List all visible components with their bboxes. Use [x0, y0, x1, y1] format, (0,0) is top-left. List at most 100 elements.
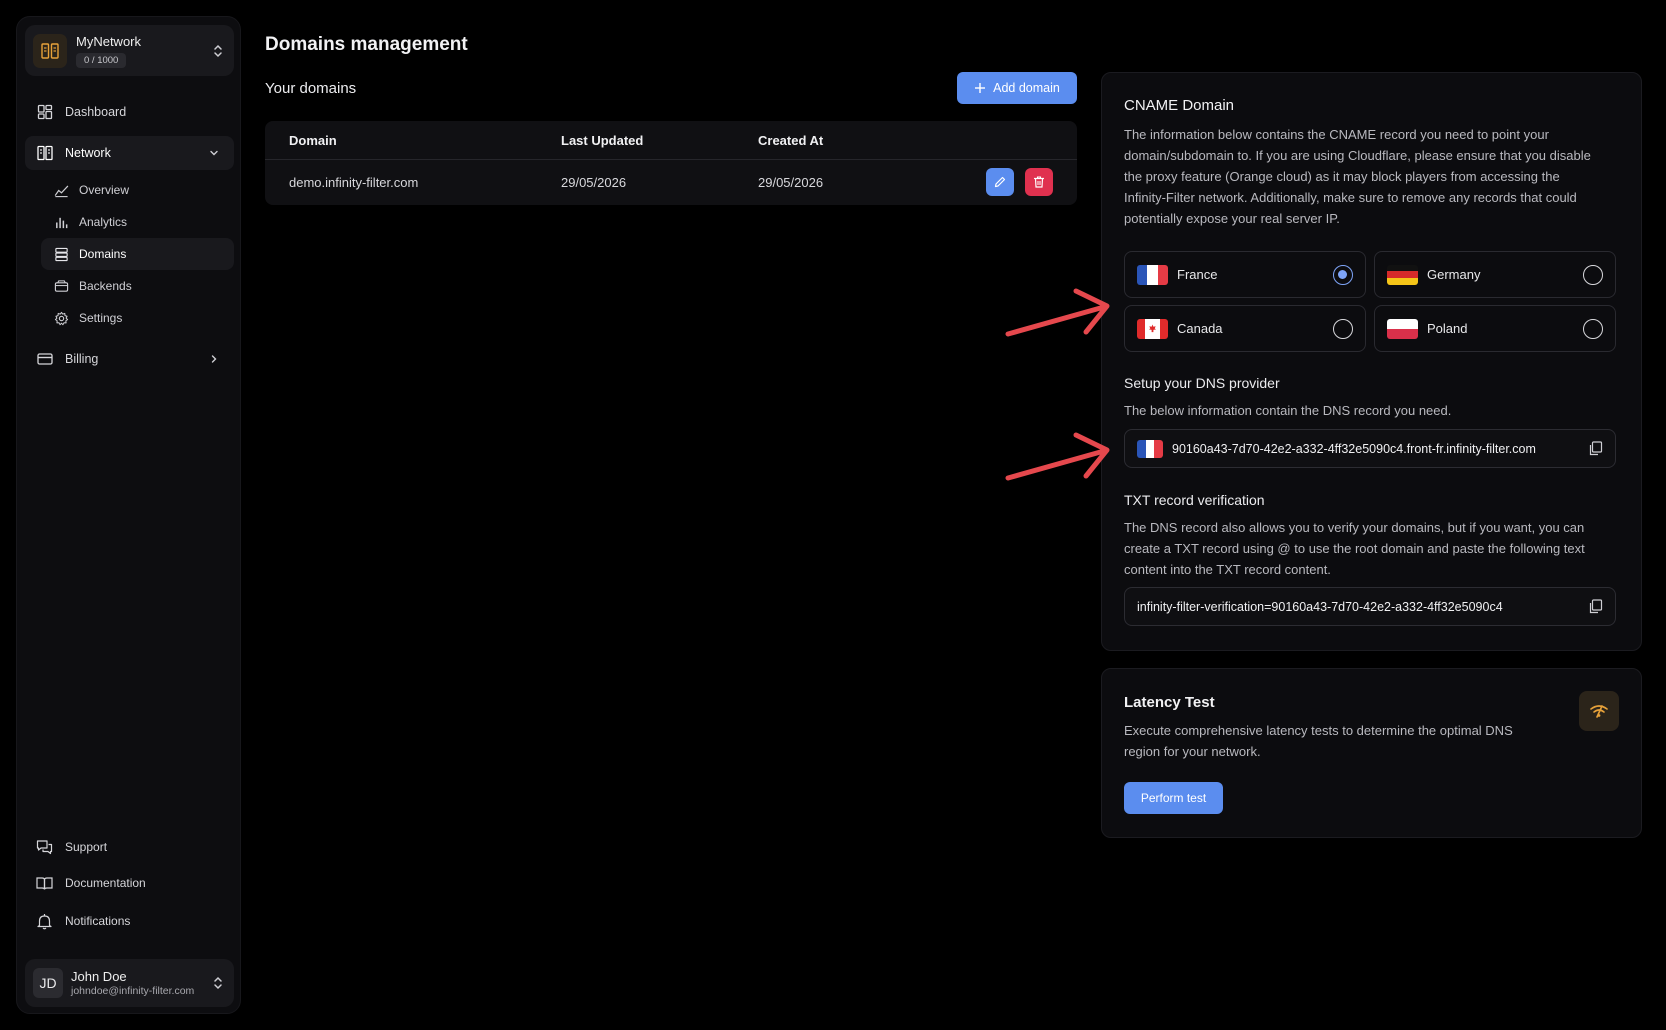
sidebar-item-notifications[interactable]: Notifications: [25, 906, 234, 936]
support-icon: [36, 839, 53, 854]
region-radio[interactable]: [1583, 319, 1603, 339]
region-radio[interactable]: [1583, 265, 1603, 285]
bell-icon: [37, 913, 52, 929]
sidebar-item-label: Dashboard: [65, 105, 127, 119]
region-label: France: [1177, 267, 1218, 282]
latency-test-card: Latency Test Execute comprehensive laten…: [1101, 668, 1642, 838]
network-name: MyNetwork: [76, 33, 142, 49]
signal-icon: [1579, 691, 1619, 731]
sidebar-item-overview[interactable]: Overview: [41, 174, 234, 206]
sidebar: MyNetwork 0 / 1000 Dashboard Network Ove…: [16, 16, 241, 1014]
last-updated-cell: 29/05/2026: [561, 174, 627, 190]
sidebar-item-label: Billing: [65, 352, 99, 366]
dns-setup-title: Setup your DNS provider: [1124, 375, 1280, 391]
documentation-icon: [36, 876, 53, 890]
column-header-created-at[interactable]: Created At: [758, 121, 823, 159]
page-title: Domains management: [265, 34, 468, 55]
chevron-right-icon: [211, 355, 217, 363]
user-name: John Doe: [71, 969, 127, 984]
dashboard-icon: [37, 104, 53, 120]
annotation-arrow-dns-record: [1005, 432, 1110, 481]
txt-record-field[interactable]: infinity-filter-verification=90160a43-7d…: [1124, 587, 1616, 626]
copy-icon[interactable]: [1588, 441, 1603, 456]
france-flag-icon: [1137, 264, 1168, 285]
sidebar-item-analytics[interactable]: Analytics: [41, 206, 234, 238]
user-email: johndoe@infinity-filter.com: [71, 985, 195, 997]
region-radio[interactable]: [1333, 319, 1353, 339]
analytics-icon: [56, 217, 68, 228]
pencil-icon: [994, 176, 1006, 188]
backends-icon: [54, 279, 69, 292]
sidebar-item-billing[interactable]: Billing: [25, 342, 234, 376]
user-menu[interactable]: JD John Doe johndoe@infinity-filter.com: [25, 959, 234, 1007]
billing-icon: [37, 353, 53, 365]
sidebar-item-label: Domains: [79, 247, 127, 261]
table-header: Domain Last Updated Created At: [265, 121, 1077, 160]
sidebar-item-network[interactable]: Network: [25, 136, 234, 170]
region-label: Canada: [1177, 321, 1223, 336]
latency-title: Latency Test: [1124, 694, 1215, 711]
domain-cell: demo.infinity-filter.com: [289, 174, 419, 190]
region-option-france[interactable]: France: [1124, 251, 1366, 298]
network-switcher[interactable]: MyNetwork 0 / 1000: [25, 25, 234, 76]
section-title: Your domains: [265, 80, 357, 97]
sidebar-item-label: Documentation: [65, 876, 146, 890]
sidebar-item-label: Backends: [79, 279, 132, 293]
domains-icon: [55, 247, 68, 261]
txt-record-value: infinity-filter-verification=90160a43-7d…: [1137, 599, 1503, 614]
table-row: demo.infinity-filter.com 29/05/2026 29/0…: [265, 160, 1077, 204]
region-radio[interactable]: [1333, 265, 1353, 285]
canada-flag-icon: [1137, 318, 1168, 339]
sidebar-item-support[interactable]: Support: [25, 832, 234, 862]
add-domain-label: Add domain: [993, 81, 1060, 95]
edit-domain-button[interactable]: [986, 168, 1014, 196]
sidebar-item-label: Analytics: [79, 215, 128, 229]
germany-flag-icon: [1387, 264, 1418, 285]
region-label: Poland: [1427, 321, 1468, 336]
column-header-last-updated[interactable]: Last Updated: [561, 121, 643, 159]
sidebar-item-settings[interactable]: Settings: [41, 302, 234, 334]
region-label: Germany: [1427, 267, 1481, 282]
region-option-germany[interactable]: Germany: [1374, 251, 1616, 298]
region-option-poland[interactable]: Poland: [1374, 305, 1616, 352]
plus-icon: [975, 83, 986, 93]
txt-verification-title: TXT record verification: [1124, 492, 1265, 508]
latency-description: Execute comprehensive latency tests to d…: [1124, 723, 1513, 759]
copy-icon[interactable]: [1588, 599, 1603, 614]
annotation-arrow-regions: [1005, 288, 1110, 337]
network-logo-icon: [33, 33, 67, 68]
sidebar-item-label: Settings: [79, 311, 123, 325]
sidebar-item-label: Support: [65, 840, 108, 854]
sidebar-item-dashboard[interactable]: Dashboard: [25, 95, 234, 129]
france-flag-icon: [1137, 439, 1163, 458]
sidebar-item-backends[interactable]: Backends: [41, 270, 234, 302]
chevron-down-icon: [210, 150, 218, 156]
cname-title: CNAME Domain: [1124, 97, 1235, 114]
delete-domain-button[interactable]: [1025, 168, 1053, 196]
sidebar-item-label: Notifications: [65, 914, 131, 928]
network-icon: [37, 145, 53, 161]
txt-verification-description: The DNS record also allows you to verify…: [1124, 520, 1585, 577]
sidebar-item-label: Network: [65, 146, 111, 160]
chevron-updown-icon: [214, 44, 222, 57]
poland-flag-icon: [1387, 318, 1418, 339]
avatar: JD: [33, 968, 63, 998]
trash-icon: [1034, 176, 1044, 188]
cname-domain-card: CNAME Domain The information below conta…: [1101, 72, 1642, 651]
settings-icon: [54, 311, 69, 325]
dns-record-field[interactable]: 90160a43-7d70-42e2-a332-4ff32e5090c4.fro…: [1124, 429, 1616, 468]
column-header-domain[interactable]: Domain: [289, 121, 337, 159]
domains-table: Domain Last Updated Created At demo.infi…: [265, 121, 1077, 205]
sidebar-item-documentation[interactable]: Documentation: [25, 868, 234, 898]
created-at-cell: 29/05/2026: [758, 174, 824, 190]
overview-icon: [54, 185, 69, 197]
sidebar-item-domains[interactable]: Domains: [41, 238, 234, 270]
chevron-updown-icon: [214, 976, 222, 990]
network-quota-badge: 0 / 1000: [76, 52, 127, 68]
region-option-canada[interactable]: Canada: [1124, 305, 1366, 352]
cname-description: The information below contains the CNAME…: [1124, 127, 1591, 226]
sidebar-item-label: Overview: [79, 183, 130, 197]
dns-setup-description: The below information contain the DNS re…: [1124, 403, 1452, 418]
add-domain-button[interactable]: Add domain: [957, 72, 1077, 104]
perform-test-button[interactable]: Perform test: [1124, 782, 1223, 814]
